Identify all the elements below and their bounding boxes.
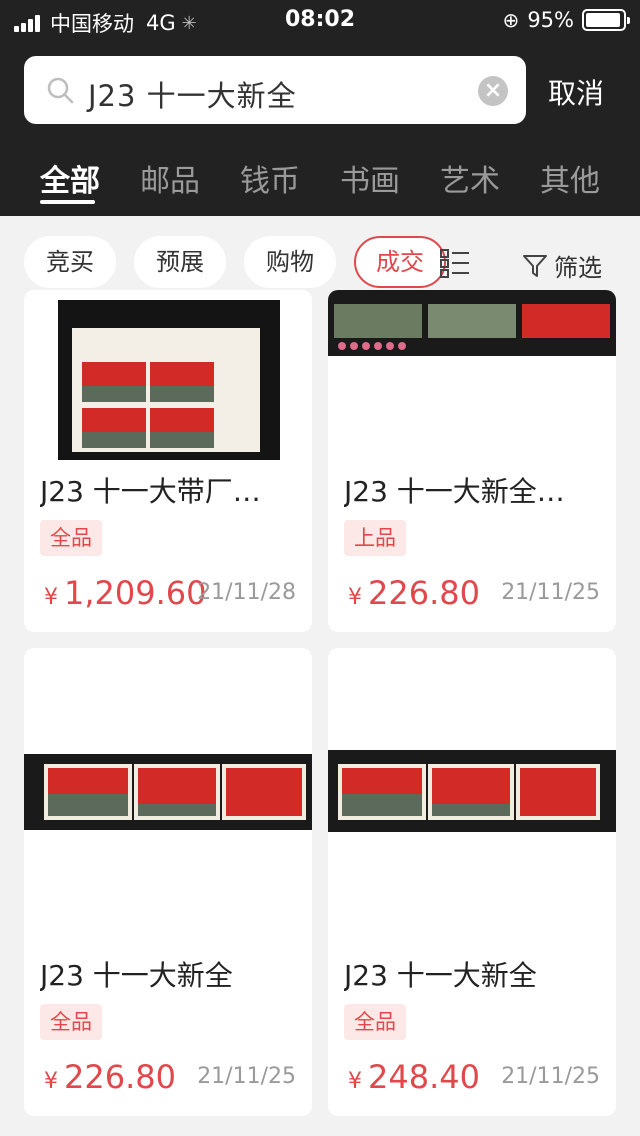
active-tab-indicator [40, 200, 95, 204]
search-query: J23 十一大新全 [88, 79, 297, 113]
price: ¥248.40 [348, 1058, 480, 1096]
tab-coins[interactable]: 钱币 [240, 156, 300, 200]
tab-art[interactable]: 艺术 [440, 156, 500, 200]
stamp-strip-image [24, 754, 312, 830]
chip-bidding[interactable]: 竞买 [24, 236, 116, 288]
funnel-icon [523, 254, 547, 277]
item-title: J23 十一大新全… [344, 475, 565, 508]
item-title: J23 十一大新全 [40, 959, 233, 992]
chip-shopping[interactable]: 购物 [244, 236, 336, 288]
product-card[interactable]: J23 十一大新全 全品 ¥226.80 21/11/25 [24, 648, 312, 1116]
grade-badge: 全品 [40, 1004, 102, 1040]
app-header: 中国移动 4G ✳ 08:02 ⊕ 95% J23 十一大新全 × 取消 全部 … [0, 0, 640, 216]
chip-sold[interactable]: 成交 [354, 236, 446, 288]
sale-date: 21/11/25 [501, 1064, 600, 1089]
price: ¥226.80 [348, 574, 480, 612]
price: ¥226.80 [44, 1058, 176, 1096]
list-view-icon[interactable] [440, 248, 470, 278]
currency-symbol: ¥ [44, 1069, 58, 1094]
search-icon [47, 77, 74, 104]
filter-button[interactable]: 筛选 [522, 248, 602, 283]
sale-date: 21/11/25 [501, 580, 600, 605]
grade-badge: 上品 [344, 520, 406, 556]
price-value: 1,209.60 [64, 574, 207, 612]
currency-symbol: ¥ [348, 585, 362, 610]
filter-label: 筛选 [554, 254, 602, 282]
battery-icon [582, 9, 630, 31]
price: ¥1,209.60 [44, 574, 207, 612]
product-card[interactable]: J23 十一大新全… 上品 ¥226.80 21/11/25 [328, 290, 616, 632]
chip-preview[interactable]: 预展 [134, 236, 226, 288]
category-tabs: 全部 邮品 钱币 书画 艺术 其他 [0, 150, 640, 210]
cancel-button[interactable]: 取消 [548, 72, 604, 112]
grade-badge: 全品 [40, 520, 102, 556]
status-bar: 中国移动 4G ✳ 08:02 ⊕ 95% [0, 0, 640, 40]
search-input[interactable]: J23 十一大新全 × [24, 56, 526, 124]
currency-symbol: ¥ [348, 1069, 362, 1094]
price-value: 226.80 [64, 1058, 176, 1096]
clear-search-icon[interactable]: × [478, 76, 508, 106]
battery-percent: 95% [527, 8, 574, 32]
grade-badge: 全品 [344, 1004, 406, 1040]
product-card[interactable]: J23 十一大带厂… 全品 ¥1,209.60 21/11/28 [24, 290, 312, 632]
item-title: J23 十一大新全 [344, 959, 537, 992]
tab-other[interactable]: 其他 [540, 156, 600, 200]
price-value: 248.40 [368, 1058, 480, 1096]
stamp-strip-image [328, 750, 616, 832]
tab-all[interactable]: 全部 [40, 156, 100, 200]
price-value: 226.80 [368, 574, 480, 612]
sale-date: 21/11/28 [197, 580, 296, 605]
rotation-lock-icon: ⊕ [502, 8, 520, 32]
stamp-strip-image [328, 290, 616, 356]
currency-symbol: ¥ [44, 585, 58, 610]
stamp-sheet-image [58, 300, 280, 460]
tab-calligraphy[interactable]: 书画 [340, 156, 400, 200]
item-title: J23 十一大带厂… [40, 475, 261, 508]
sale-date: 21/11/25 [197, 1064, 296, 1089]
product-card[interactable]: J23 十一大新全 全品 ¥248.40 21/11/25 [328, 648, 616, 1116]
tab-stamps[interactable]: 邮品 [140, 156, 200, 200]
